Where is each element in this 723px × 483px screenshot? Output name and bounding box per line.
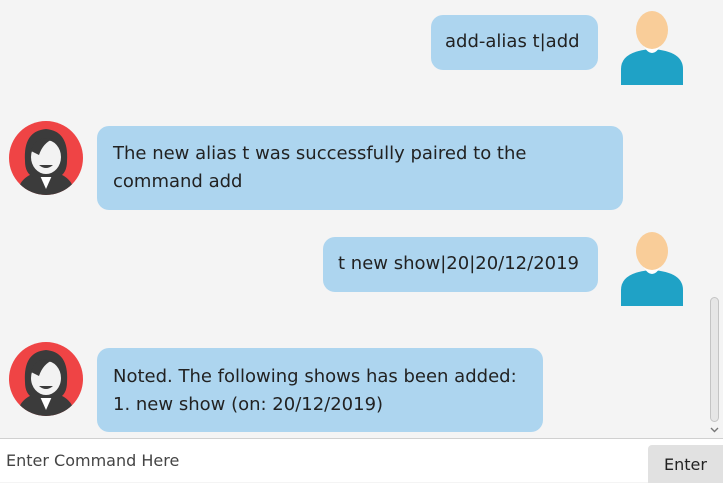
dialog-container[interactable]: add-alias t|add The new alias t was succ… <box>0 0 706 438</box>
message-line: t new show|20|20/12/2019 <box>338 253 580 274</box>
enter-button[interactable]: Enter <box>648 445 723 483</box>
message-line: The new alias t was successfully paired … <box>113 143 527 164</box>
user-avatar-icon <box>621 232 683 306</box>
chevron-down-icon[interactable] <box>709 424 720 435</box>
command-input[interactable] <box>0 439 646 482</box>
message-line: add-alias t|add <box>445 31 580 52</box>
vertical-scrollbar[interactable] <box>706 0 723 438</box>
bot-message-bubble: Noted. The following shows has been adde… <box>97 348 543 432</box>
scrollbar-thumb[interactable] <box>710 297 719 422</box>
command-bar: Enter <box>0 438 723 483</box>
message-line: command add <box>113 171 243 192</box>
user-message-bubble: t new show|20|20/12/2019 <box>323 237 598 292</box>
bot-message-bubble: The new alias t was successfully paired … <box>97 126 623 210</box>
message-line: 1. new show (on: 20/12/2019) <box>113 394 384 415</box>
user-avatar-icon <box>621 11 683 85</box>
bot-avatar-icon <box>9 342 83 416</box>
message-line: Noted. The following shows has been adde… <box>113 366 517 387</box>
user-message-bubble: add-alias t|add <box>431 15 598 70</box>
bot-avatar-icon <box>9 121 83 195</box>
